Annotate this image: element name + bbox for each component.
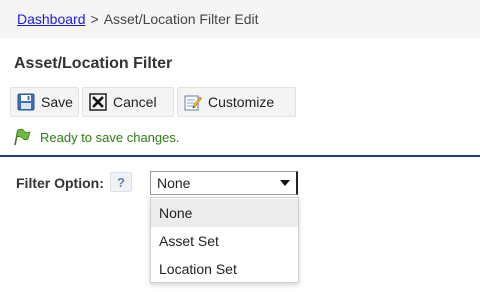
save-label: Save [41, 94, 73, 110]
filter-option-dropdown: None Asset Set Location Set [150, 197, 299, 283]
green-flag-icon [12, 127, 32, 147]
dropdown-option-none[interactable]: None [151, 199, 298, 227]
filter-option-selected-value: None [157, 175, 191, 191]
breadcrumb-separator: > [90, 11, 99, 27]
question-mark-icon[interactable]: ? [110, 172, 132, 192]
breadcrumb-bar: Dashboard > Asset/Location Filter Edit [0, 0, 480, 38]
filter-option-label: Filter Option: [16, 175, 104, 191]
page: Dashboard > Asset/Location Filter Edit Ass… [0, 0, 480, 292]
dropdown-option-location-set[interactable]: Location Set [151, 255, 298, 283]
save-button[interactable]: Save [10, 87, 79, 117]
edit-pencil-icon [184, 93, 202, 111]
status-text: Ready to save changes. [40, 129, 180, 145]
filter-option-select[interactable]: None [150, 171, 298, 195]
x-box-icon [89, 93, 107, 111]
cancel-label: Cancel [113, 94, 157, 110]
customize-button[interactable]: Customize [177, 87, 296, 117]
cancel-button[interactable]: Cancel [82, 87, 174, 117]
breadcrumb: Dashboard > Asset/Location Filter Edit [17, 11, 259, 27]
chevron-down-icon [280, 180, 290, 186]
section-divider [0, 155, 480, 157]
breadcrumb-home-link[interactable]: Dashboard [17, 11, 86, 27]
dropdown-option-asset-set[interactable]: Asset Set [151, 227, 298, 255]
page-title: Asset/Location Filter [14, 55, 173, 72]
floppy-disk-icon [17, 93, 35, 111]
customize-label: Customize [208, 94, 275, 110]
breadcrumb-current: Asset/Location Filter Edit [103, 11, 259, 27]
status-message: Ready to save changes. [12, 126, 179, 148]
